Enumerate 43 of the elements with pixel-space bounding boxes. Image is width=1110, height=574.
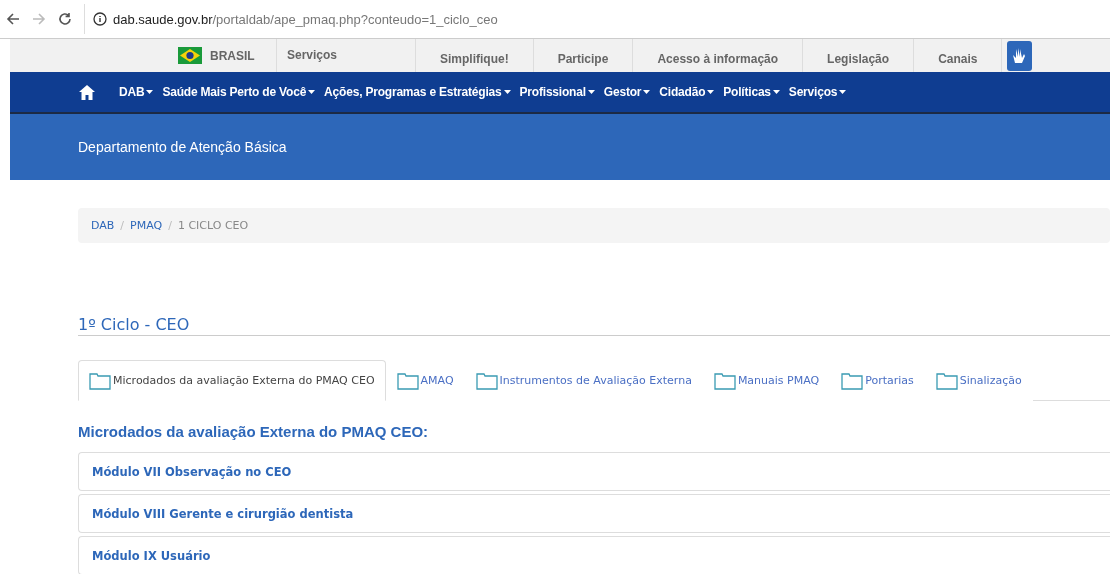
caret-icon: [643, 90, 651, 94]
url-text: dab.saude.gov.br/portaldab/ape_pmaq.php?conteudo=1_ciclo_ceo: [113, 11, 498, 27]
site-title: Departamento de Atenção Básica: [78, 139, 287, 155]
tab[interactable]: Microdados da avaliação Externa do PMAQ CEO: [78, 360, 386, 401]
home-icon[interactable]: [78, 83, 96, 101]
nav-menu-item[interactable]: Políticas: [723, 85, 780, 99]
caret-icon: [707, 90, 715, 94]
flag-icon: [178, 47, 202, 64]
brand-label[interactable]: BRASIL: [210, 48, 255, 63]
info-icon: [93, 12, 107, 26]
accordion-panel[interactable]: Módulo VII Observação no CEO: [78, 452, 1110, 491]
back-icon[interactable]: [6, 12, 20, 26]
reload-icon[interactable]: [58, 12, 72, 26]
accordion-panel[interactable]: Módulo VIII Gerente e cirurgião dentista: [78, 494, 1110, 533]
breadcrumb-link[interactable]: DAB: [91, 219, 115, 232]
folder-icon: [89, 371, 111, 390]
nav-menu-item[interactable]: DAB: [119, 85, 154, 99]
breadcrumb-separator: /: [168, 219, 172, 232]
caret-icon: [772, 90, 780, 94]
caret-icon: [308, 90, 316, 94]
folder-icon: [713, 371, 736, 390]
caret-icon: [839, 90, 847, 94]
nav-menu-item[interactable]: Saúde Mais Perto de Você: [162, 85, 316, 99]
caret-icon: [146, 90, 154, 94]
caret-icon: [587, 90, 595, 94]
caret-icon: [503, 90, 511, 94]
sign-language-icon[interactable]: [1007, 41, 1033, 71]
nav-menu-item[interactable]: Profissional: [519, 85, 595, 99]
page-title: 1º Ciclo - CEO: [78, 315, 1110, 336]
nav-menu-item[interactable]: Serviços: [788, 85, 847, 99]
folder-icon: [935, 371, 958, 390]
breadcrumb-link[interactable]: PMAQ: [130, 219, 163, 232]
folder-icon: [841, 371, 864, 390]
nav-menu-item[interactable]: Ações, Programas e Estratégias: [324, 85, 511, 99]
nav-menu-item[interactable]: Cidadão: [659, 85, 715, 99]
section-heading: Microdados da avaliação Externa do PMAQ CEO:: [78, 423, 430, 440]
folder-icon: [475, 371, 498, 390]
folder-icon: [396, 371, 419, 390]
breadcrumb-current: 1 CICLO CEO: [177, 219, 249, 232]
breadcrumb-separator: /: [120, 219, 125, 232]
accordion-panel[interactable]: Módulo IX Usuário: [78, 536, 1110, 574]
address-bar[interactable]: dab.saude.gov.br/portaldab/ape_pmaq.php?conteudo=1_ciclo_ceo: [84, 4, 1110, 34]
nav-menu-item[interactable]: Gestor: [603, 85, 651, 99]
